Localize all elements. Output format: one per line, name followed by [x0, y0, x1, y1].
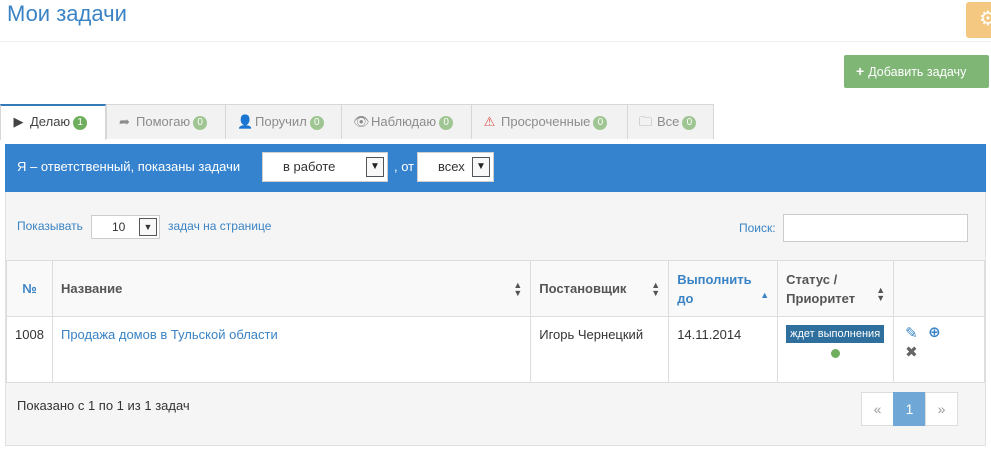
- task-tabs: ▶ Делаю 1 ➦ Помогаю 0 👤 Поручил 0 👁Наблюдаю 0 ⚠…: [0, 104, 991, 140]
- pager-page-button[interactable]: 1: [893, 392, 926, 426]
- pager-next-button[interactable]: »: [925, 392, 958, 426]
- column-header-author[interactable]: Постановщик ▲ ▼: [530, 260, 670, 317]
- page-length-value: 10: [112, 220, 126, 234]
- filter-from-text: , от: [394, 159, 415, 174]
- column-header-title-label: Название: [60, 281, 123, 296]
- page-title: Мои задачи: [7, 1, 127, 26]
- tab-count-badge: 0: [193, 116, 208, 130]
- tab-count-badge: 0: [439, 116, 454, 130]
- tab-overdue[interactable]: ⚠ Просроченные 0: [471, 104, 628, 139]
- tab-helping[interactable]: ➦ Помогаю 0: [106, 104, 226, 139]
- play-icon: ▶: [13, 114, 24, 129]
- tab-label: Делаю: [30, 114, 71, 129]
- tab-label: Просроченные: [501, 114, 591, 129]
- filter-text: Я – ответственный, показаны задачи: [17, 159, 241, 174]
- settings-button[interactable]: ⚙: [966, 2, 991, 38]
- per-page-label: задач на странице: [168, 219, 272, 233]
- tab-doing[interactable]: ▶ Делаю 1: [0, 104, 106, 140]
- search-label: Поиск:: [739, 221, 776, 235]
- status-select-value: в работе: [283, 159, 336, 174]
- column-header-number[interactable]: №: [6, 260, 53, 317]
- status-badge: ждет выполнения: [786, 325, 885, 343]
- filter-bar: Я – ответственный, показаны задачи в раб…: [5, 144, 986, 192]
- tab-label: Наблюдаю: [371, 114, 437, 129]
- task-actions-cell: ✎ ⊕ ✖: [893, 316, 985, 383]
- tab-watching[interactable]: 👁Наблюдаю 0: [341, 104, 472, 139]
- task-status-cell: ждет выполнения: [777, 316, 895, 383]
- pagination: « 1 »: [861, 392, 958, 426]
- sort-icon: ▲ ▼: [651, 280, 661, 298]
- column-header-title[interactable]: Название ▲ ▼: [51, 260, 532, 317]
- pager-prev-button[interactable]: «: [861, 392, 894, 426]
- tab-label: Поручил: [255, 114, 307, 129]
- tab-count-badge: 0: [593, 116, 608, 130]
- plus-icon: +: [856, 63, 865, 79]
- user-icon: 👤: [237, 114, 254, 129]
- sort-icon: ▲ ▼: [876, 285, 886, 303]
- tab-label: Все: [657, 114, 680, 129]
- add-task-label: Добавить задачу: [868, 65, 967, 79]
- tab-label: Помогаю: [136, 114, 191, 129]
- task-author: Игорь Чернецкий: [530, 316, 670, 383]
- sort-asc-icon: ▲: [760, 290, 770, 300]
- from-select-value: всех: [438, 159, 465, 174]
- priority-dot: [831, 349, 841, 358]
- table-row: 1008 Продажа домов в Тульской области Иг…: [6, 316, 985, 383]
- column-header-actions: [893, 260, 985, 317]
- chevron-down-icon: ▼: [472, 157, 490, 177]
- tab-all[interactable]: 🗀 Все 0: [627, 104, 714, 139]
- add-task-button[interactable]: + Добавить задачу: [844, 55, 989, 88]
- column-header-author-label: Постановщик: [539, 281, 627, 296]
- task-due-date: 14.11.2014: [668, 316, 779, 383]
- sort-icon: ▲ ▼: [513, 280, 523, 298]
- tab-count-badge: 0: [309, 116, 324, 130]
- warning-icon: ⚠: [483, 114, 496, 129]
- column-header-status[interactable]: Статус / Приоритет ▲ ▼: [777, 260, 895, 317]
- task-number: 1008: [6, 316, 53, 383]
- column-header-due-label: Выполнить до: [677, 271, 752, 306]
- column-header-status-label: Статус / Приоритет: [786, 271, 856, 306]
- page-length-select[interactable]: 10 ▼: [91, 215, 160, 239]
- tab-count-badge: 0: [682, 116, 697, 130]
- column-header-due[interactable]: Выполнить до ▲: [668, 260, 779, 317]
- zoom-in-icon[interactable]: ⊕: [928, 325, 941, 340]
- task-title-link[interactable]: Продажа домов в Тульской области: [51, 316, 532, 383]
- eye-icon: 👁: [353, 114, 370, 129]
- folder-icon: 🗀: [639, 114, 653, 129]
- table-info-text: Показано с 1 по 1 из 1 задач: [17, 398, 190, 413]
- tasks-panel: Показывать 10 ▼ задач на странице Поиск:…: [5, 192, 986, 446]
- divider: [0, 41, 991, 42]
- show-label: Показывать: [17, 219, 83, 233]
- table-header-row: № Название ▲ ▼ Постановщик ▲ ▼ Выполнить до ▲…: [6, 260, 985, 317]
- tab-count-badge: 1: [73, 116, 88, 130]
- status-select[interactable]: в работе ▼: [262, 152, 388, 182]
- tab-assigned[interactable]: 👤 Поручил 0: [225, 104, 342, 139]
- tasks-table: № Название ▲ ▼ Постановщик ▲ ▼ Выполнить до ▲…: [6, 260, 985, 383]
- edit-pencil-icon[interactable]: ✎: [905, 326, 918, 341]
- delete-x-icon[interactable]: ✖: [905, 345, 918, 360]
- search-input[interactable]: [783, 214, 968, 242]
- chevron-down-icon: ▼: [139, 218, 157, 236]
- chevron-down-icon: ▼: [366, 157, 384, 177]
- gear-icon: ⚙: [979, 8, 991, 30]
- share-icon: ➦: [119, 114, 130, 129]
- from-select[interactable]: всех ▼: [417, 152, 494, 182]
